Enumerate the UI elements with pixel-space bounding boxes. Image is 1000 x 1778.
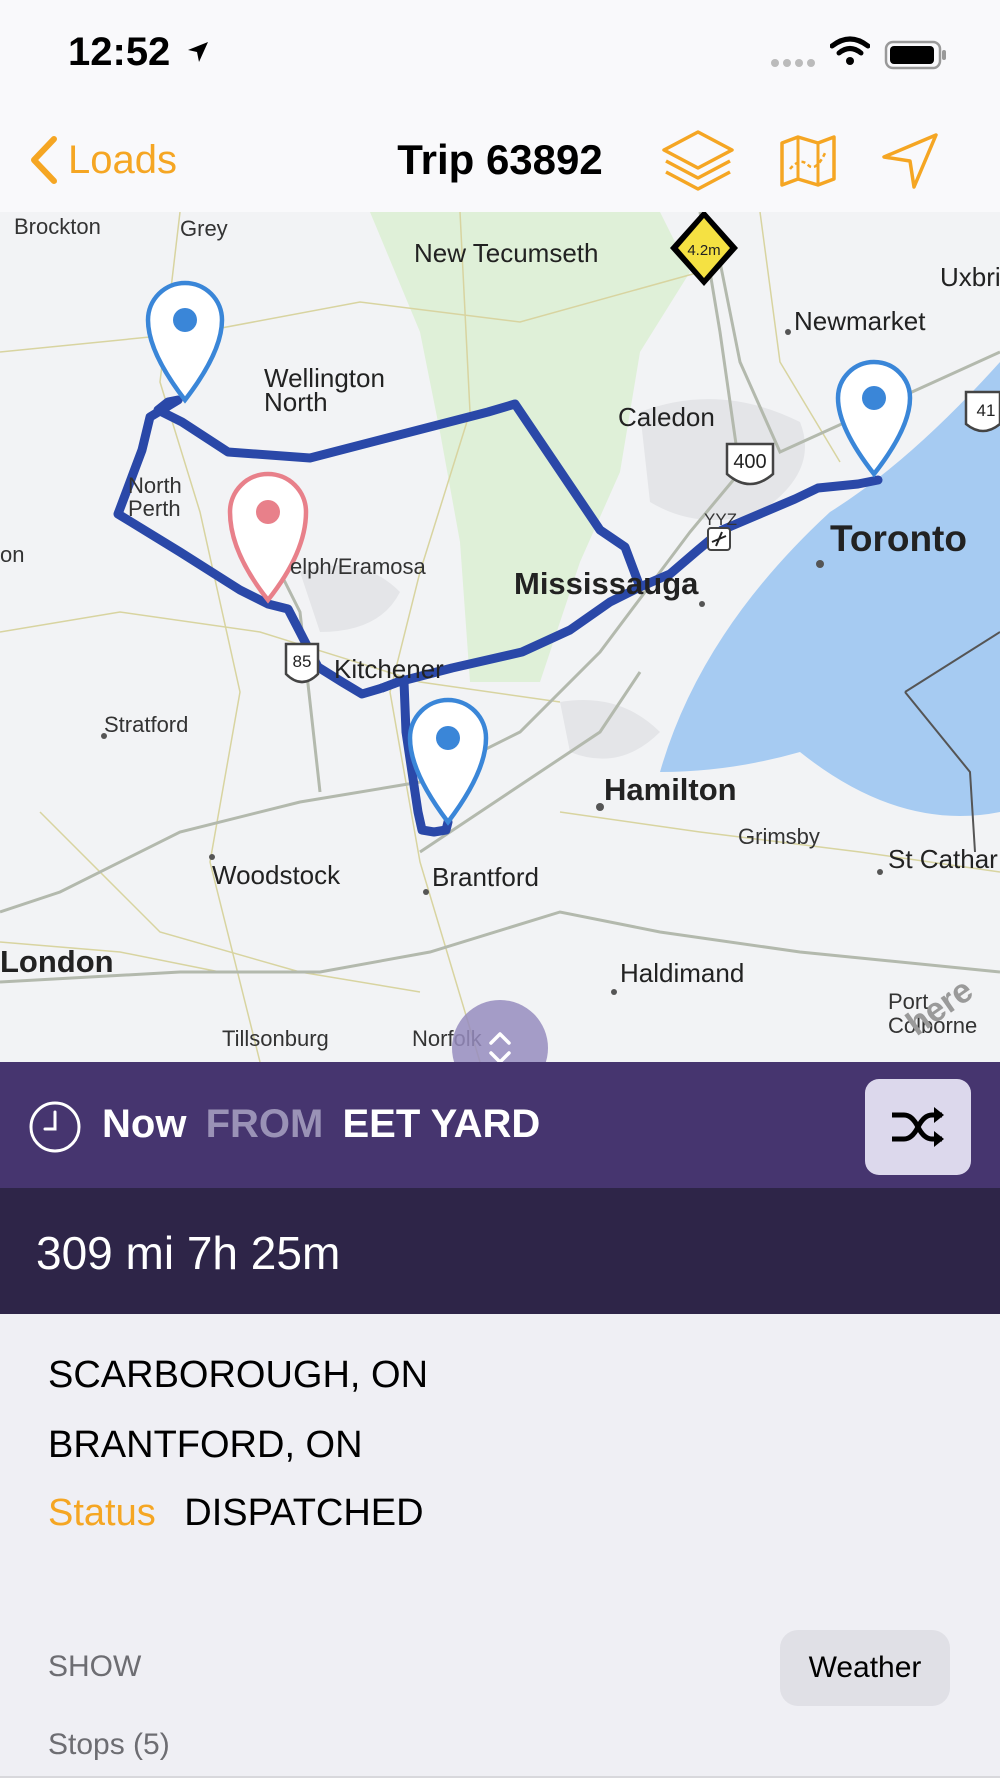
cellular-signal-icon: [771, 59, 815, 67]
map-label-toronto: Toronto: [830, 518, 967, 559]
map-icon: [780, 135, 836, 187]
map-label-new-tecumseth: New Tecumseth: [414, 238, 599, 268]
clearance-sign-text: 4.2m: [687, 242, 720, 259]
status-label: Status: [48, 1492, 156, 1534]
map-style-button[interactable]: [768, 126, 848, 196]
stop-pin-brantford[interactable]: [407, 697, 489, 826]
airport-label: YYZ: [704, 510, 737, 529]
map-label-london: London: [0, 944, 114, 979]
departure-bar: Now FROM EET YARD: [0, 1062, 1000, 1188]
map-label-kitchener: Kitchener: [334, 654, 444, 684]
hwy-400-label: 400: [733, 451, 766, 473]
hwy-41x-label: 41: [977, 401, 996, 420]
chevron-up-down-icon: [489, 1032, 511, 1064]
map-label-tillsonburg: Tillsonburg: [222, 1026, 329, 1051]
green-area: [370, 212, 690, 682]
map-label-caledon: Caledon: [618, 402, 715, 432]
departure-text[interactable]: Now FROM EET YARD: [102, 1102, 540, 1147]
trip-details: SCARBOROUGH, ON BRANTFORD, ON Status DIS…: [0, 1314, 1000, 1778]
map-label-mississauga: Mississauga: [514, 566, 699, 601]
hwy-41x-shield: 41: [964, 390, 1000, 433]
clock-icon: [29, 1101, 81, 1153]
status-time: 12:52: [68, 30, 171, 74]
wifi-icon: [830, 36, 870, 65]
address-destination: BRANTFORD, ON: [48, 1424, 363, 1466]
map-label-brantford: Brantford: [432, 862, 539, 892]
layers-button[interactable]: [658, 126, 738, 196]
address-origin: SCARBOROUGH, ON: [48, 1354, 429, 1396]
location-arrow-icon: [188, 42, 208, 62]
back-button[interactable]: Loads: [28, 132, 177, 188]
map-canvas[interactable]: 400 85 41 4.2m YYZ: [0, 212, 1000, 1062]
map-label-st-catharines: St Cathar: [888, 844, 998, 874]
route-map[interactable]: 400 85 41 4.2m YYZ Brockton Grey New Tec…: [0, 212, 1000, 1062]
status-value: DISPATCHED: [184, 1492, 424, 1534]
map-label-guelph-eramosa: elph/Eramosa: [290, 554, 426, 579]
navigation-bar: Loads Trip 63892: [0, 108, 1000, 213]
map-label-haldimand: Haldimand: [620, 958, 745, 988]
departure-origin: EET YARD: [342, 1102, 541, 1146]
hwy-400-shield: 400: [725, 442, 775, 486]
departure-time: Now: [102, 1102, 187, 1146]
status-bar: 12:52: [0, 0, 1000, 108]
shuffle-route-button[interactable]: [865, 1079, 971, 1175]
map-label-brockton: Brockton: [14, 214, 101, 239]
map-label-woodstock: Woodstock: [212, 860, 341, 890]
map-label-uxbridge: Uxbrid: [940, 262, 1000, 292]
locate-button[interactable]: [870, 126, 950, 196]
navigation-arrow-icon: [882, 133, 938, 189]
hwy-85-label: 85: [293, 652, 312, 671]
battery-icon: [884, 40, 946, 70]
map-label-grey: Grey: [180, 216, 228, 241]
map-label-newmarket: Newmarket: [794, 306, 926, 336]
hwy-85-shield: 85: [284, 642, 320, 684]
trip-summary-bar: 309 mi 7h 25m: [0, 1188, 1000, 1314]
stop-pin-north[interactable]: [145, 280, 225, 404]
weather-button[interactable]: Weather: [780, 1630, 950, 1706]
from-word: FROM: [205, 1102, 324, 1146]
map-label-grimsby: Grimsby: [738, 824, 820, 849]
map-label-on: on: [0, 542, 25, 567]
stop-pin-toronto[interactable]: [835, 359, 913, 478]
stops-list-header[interactable]: Stops (5): [48, 1728, 170, 1762]
distance-duration: 309 mi 7h 25m: [36, 1227, 341, 1279]
status-row: Status DISPATCHED: [48, 1492, 424, 1535]
layers-icon: [662, 130, 734, 191]
page-title: Trip 63892: [397, 136, 603, 183]
map-label-hamilton: Hamilton: [604, 772, 737, 807]
show-section-label: SHOW: [48, 1650, 142, 1683]
shuffle-icon: [892, 1107, 944, 1147]
back-button-label: Loads: [68, 137, 177, 182]
map-label-stratford: Stratford: [104, 712, 189, 737]
chevron-left-icon: [31, 136, 57, 184]
map-label-north-perth: North Perth: [128, 473, 182, 521]
current-location-pin[interactable]: [227, 471, 309, 604]
airport-icon: [707, 527, 731, 551]
map-label-wellington-north: Wellington North: [264, 363, 385, 417]
